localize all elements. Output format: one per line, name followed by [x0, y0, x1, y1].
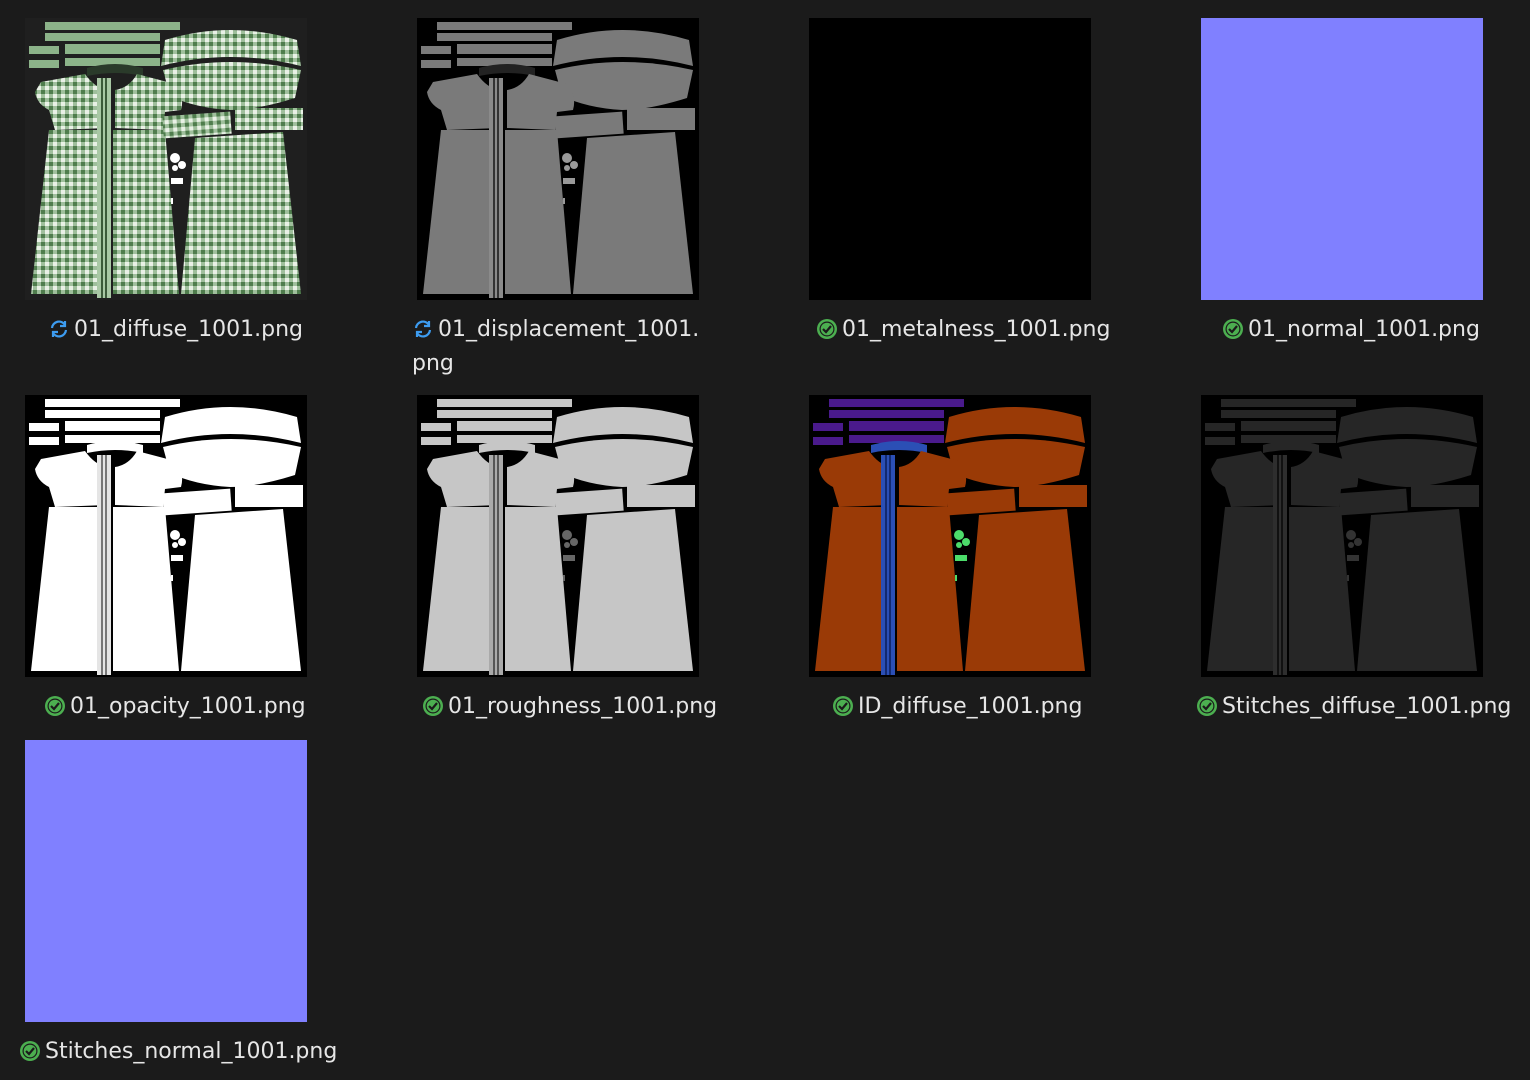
green-check-circle-icon	[422, 694, 444, 716]
green-check-circle-icon	[19, 1039, 41, 1061]
file-name: ID_diffuse_1001.png	[858, 694, 1083, 719]
green-check-circle-icon	[44, 694, 66, 716]
thumbnail-metalness	[809, 18, 1091, 300]
green-check-circle-icon	[1222, 317, 1244, 339]
file-name: 01_opacity_1001.png	[70, 694, 306, 719]
green-check-circle-icon	[1196, 694, 1218, 716]
thumbnail-normal	[1201, 18, 1483, 300]
thumbnail-diffuse	[25, 18, 307, 300]
file-name: Stitches_diffuse_1001.png	[1222, 694, 1512, 719]
green-check-circle-icon	[816, 317, 838, 339]
file-name: 01_normal_1001.png	[1248, 317, 1480, 342]
file-explorer-view: 01_diffuse_1001.png 01_displacement_1001…	[0, 0, 1530, 1080]
thumbnail-displacement	[417, 18, 699, 300]
sync-arrows-icon	[48, 317, 70, 339]
thumbnail-roughness	[417, 395, 699, 677]
file-name: 01_displacement_1001.png	[412, 317, 700, 376]
file-name: 01_roughness_1001.png	[448, 694, 718, 719]
file-name: 01_diffuse_1001.png	[74, 317, 304, 342]
thumbnail-stitches-diffuse	[1201, 395, 1483, 677]
sync-arrows-icon	[412, 317, 434, 339]
green-check-circle-icon	[832, 694, 854, 716]
file-name: 01_metalness_1001.png	[842, 317, 1111, 342]
thumbnail-opacity	[25, 395, 307, 677]
thumbnail-id-diffuse	[809, 395, 1091, 677]
file-name: Stitches_normal_1001.png	[45, 1039, 338, 1064]
thumbnail-stitches-normal	[25, 740, 307, 1022]
